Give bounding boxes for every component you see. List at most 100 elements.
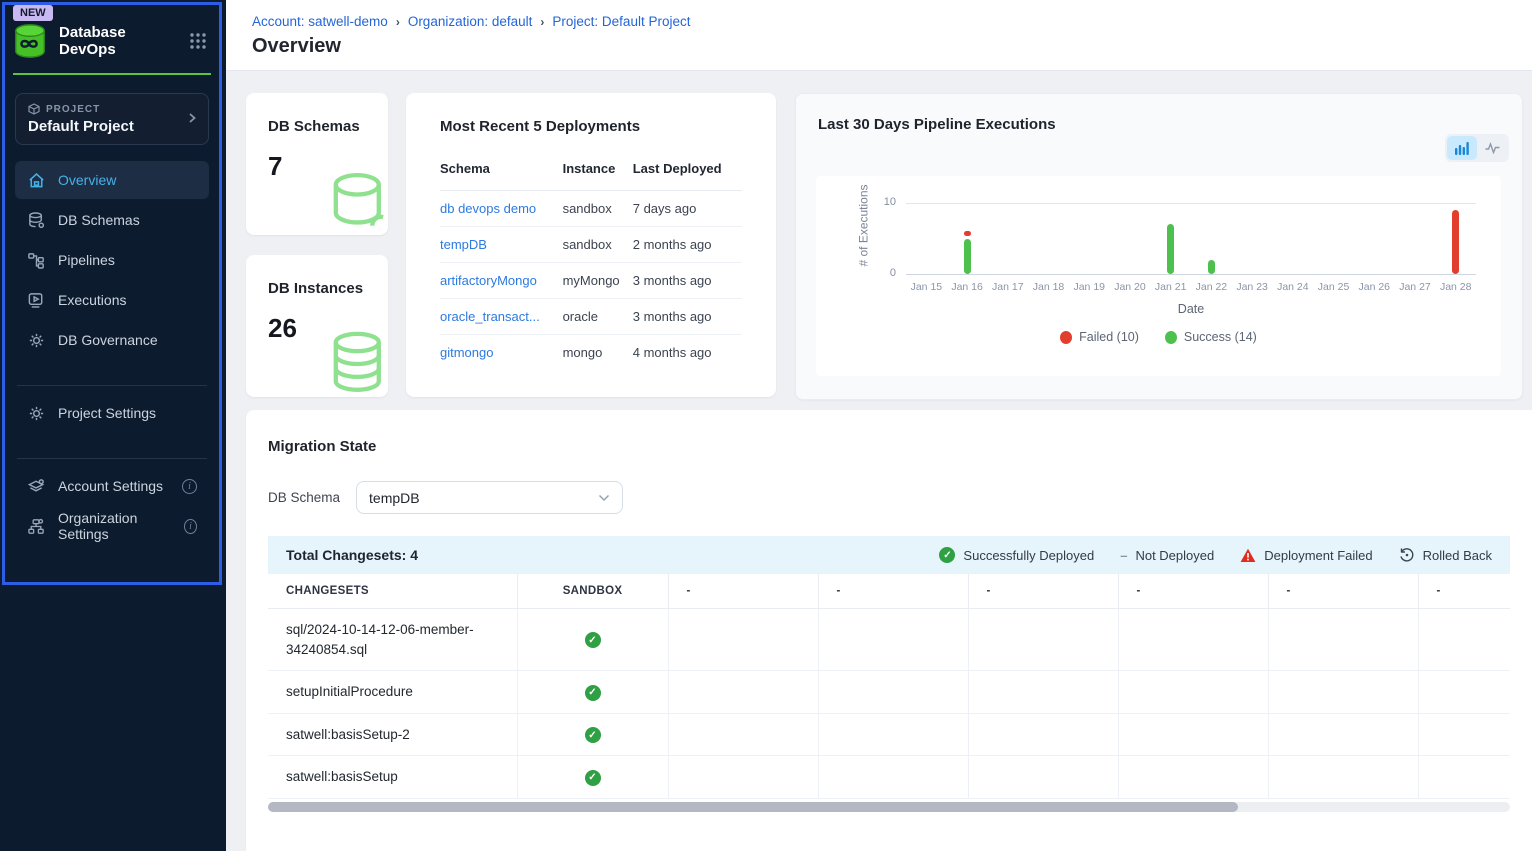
- bar-chart-toggle-button[interactable]: [1447, 136, 1477, 160]
- sidebar-highlight-box: NEW Database DevOps PROJECT Default Proj…: [2, 2, 222, 585]
- sidebar-divider: [17, 458, 207, 459]
- chart-x-tick: Jan 24: [1272, 281, 1313, 293]
- column-header-changesets: CHANGESETS: [268, 574, 517, 609]
- table-row: oracle_transact... oracle 3 months ago: [440, 299, 742, 335]
- home-icon: [27, 171, 46, 190]
- sidebar-item-organization-settings[interactable]: Organization Settings i: [15, 507, 209, 545]
- changesets-table-viewport: CHANGESETS SANDBOX - - - - - - sql/2024-…: [268, 574, 1510, 799]
- line-chart-toggle-button[interactable]: [1477, 136, 1507, 160]
- last-deployed-cell: 3 months ago: [633, 299, 742, 335]
- apps-grid-icon[interactable]: [189, 32, 207, 50]
- breadcrumb-account[interactable]: Account: satwell-demo: [252, 14, 388, 29]
- changesets-table: CHANGESETS SANDBOX - - - - - - sql/2024-…: [268, 574, 1510, 799]
- sidebar-item-label: Project Settings: [58, 405, 156, 421]
- legend-successfully-deployed: ✓ Successfully Deployed: [939, 547, 1094, 563]
- horizontal-scrollbar[interactable]: [268, 802, 1510, 812]
- layers-gear-icon: [27, 477, 46, 496]
- breadcrumb-organization[interactable]: Organization: default: [408, 14, 533, 29]
- table-row: tempDB sandbox 2 months ago: [440, 227, 742, 263]
- db-schema-selected-value: tempDB: [369, 490, 420, 506]
- chart-title: Last 30 Days Pipeline Executions: [796, 94, 1522, 133]
- org-hierarchy-icon: [27, 517, 46, 536]
- schema-link[interactable]: db devops demo: [440, 201, 536, 216]
- changeset-row: satwell:basisSetup-2 ✓: [268, 713, 1510, 756]
- schema-link[interactable]: tempDB: [440, 237, 487, 252]
- instance-cell: sandbox: [563, 191, 633, 227]
- sidebar-item-label: DB Schemas: [58, 212, 140, 228]
- last-deployed-cell: 4 months ago: [633, 335, 742, 371]
- x-axis-title: Date: [906, 302, 1476, 316]
- instance-cell: myMongo: [563, 263, 633, 299]
- chart-bar-slot: [1354, 203, 1395, 274]
- chart-plot-area: # of Executions 10 0 Jan 15Jan 16Jan 17J…: [816, 176, 1501, 376]
- column-header-dash: -: [968, 574, 1118, 609]
- column-header: Schema: [440, 151, 563, 191]
- info-icon[interactable]: i: [184, 519, 197, 534]
- sidebar-item-overview[interactable]: Overview: [15, 161, 209, 199]
- chart-bars: [906, 203, 1476, 274]
- chart-x-tick: Jan 26: [1354, 281, 1395, 293]
- sidebar-item-label: DB Governance: [58, 332, 158, 348]
- deployments-table: Schema Instance Last Deployed db devops …: [440, 151, 742, 370]
- column-header: Last Deployed: [633, 151, 742, 191]
- db-schema-select[interactable]: tempDB: [356, 481, 623, 514]
- chart-x-tick: Jan 27: [1395, 281, 1436, 293]
- column-header-dash: -: [1418, 574, 1510, 609]
- last-deployed-cell: 2 months ago: [633, 227, 742, 263]
- recent-deployments-title: Most Recent 5 Deployments: [440, 118, 742, 135]
- brand-divider: [13, 73, 211, 75]
- schema-link[interactable]: oracle_transact...: [440, 309, 540, 324]
- check-circle-icon: ✓: [939, 547, 955, 563]
- breadcrumb-project[interactable]: Project: Default Project: [552, 14, 690, 29]
- legend-label: Successfully Deployed: [963, 548, 1094, 563]
- failed-bar: [964, 231, 971, 236]
- chart-x-tick: Jan 23: [1232, 281, 1273, 293]
- app-name: Database DevOps: [59, 24, 179, 58]
- sidebar-item-label: Pipelines: [58, 252, 115, 268]
- rollback-arrow-icon: [1399, 547, 1415, 563]
- sidebar-item-db-schemas[interactable]: DB Schemas: [15, 201, 209, 239]
- chart-bar-slot: [947, 203, 988, 274]
- schema-link[interactable]: gitmongo: [440, 345, 493, 360]
- legend-not-deployed: – Not Deployed: [1120, 548, 1214, 563]
- project-name: Default Project: [28, 118, 196, 135]
- legend-deployment-failed: Deployment Failed: [1240, 548, 1372, 563]
- sidebar-item-pipelines[interactable]: Pipelines: [15, 241, 209, 279]
- legend-dot-green: [1165, 331, 1177, 344]
- table-row: gitmongo mongo 4 months ago: [440, 335, 742, 371]
- warning-triangle-icon: [1240, 548, 1256, 563]
- chart-x-tick: Jan 28: [1435, 281, 1476, 293]
- legend-item-failed[interactable]: Failed (10): [1060, 330, 1139, 344]
- chart-x-tick: Jan 22: [1191, 281, 1232, 293]
- project-selector[interactable]: PROJECT Default Project: [15, 93, 209, 145]
- changeset-name: sql/2024-10-14-12-06-member-34240854.sql: [286, 620, 496, 659]
- table-row: artifactoryMongo myMongo 3 months ago: [440, 263, 742, 299]
- changeset-row: satwell:basisSetup ✓: [268, 756, 1510, 799]
- chart-bar-slot: [1272, 203, 1313, 274]
- chart-bar-slot: [1232, 203, 1273, 274]
- chart-bar-slot: [1150, 203, 1191, 274]
- changeset-name: satwell:basisSetup: [286, 767, 496, 787]
- sidebar-item-project-settings[interactable]: Project Settings: [15, 394, 209, 432]
- success-bar: [964, 239, 971, 275]
- sidebar-item-label: Overview: [58, 172, 116, 188]
- chart-bar-slot: [906, 203, 947, 274]
- instance-cell: mongo: [563, 335, 633, 371]
- sidebar-item-account-settings[interactable]: Account Settings i: [15, 467, 209, 505]
- migration-state-title: Migration State: [246, 410, 1532, 455]
- scrollbar-thumb[interactable]: [268, 802, 1238, 812]
- info-icon[interactable]: i: [182, 479, 197, 494]
- legend-item-success[interactable]: Success (14): [1165, 330, 1257, 344]
- sidebar-item-db-governance[interactable]: DB Governance: [15, 321, 209, 359]
- success-badge: ✓: [585, 770, 601, 786]
- failed-bar: [1452, 210, 1459, 274]
- sidebar-item-executions[interactable]: Executions: [15, 281, 209, 319]
- sidebar-item-label: Executions: [58, 292, 126, 308]
- chart-legend: Failed (10) Success (14): [816, 330, 1501, 344]
- db-schemas-card: DB Schemas 7: [246, 93, 388, 235]
- chart-bar-slot: [1435, 203, 1476, 274]
- pipeline-executions-card: Last 30 Days Pipeline Executions # of Ex…: [795, 93, 1523, 400]
- table-row: db devops demo sandbox 7 days ago: [440, 191, 742, 227]
- schema-link[interactable]: artifactoryMongo: [440, 273, 537, 288]
- x-axis-line: [906, 274, 1476, 275]
